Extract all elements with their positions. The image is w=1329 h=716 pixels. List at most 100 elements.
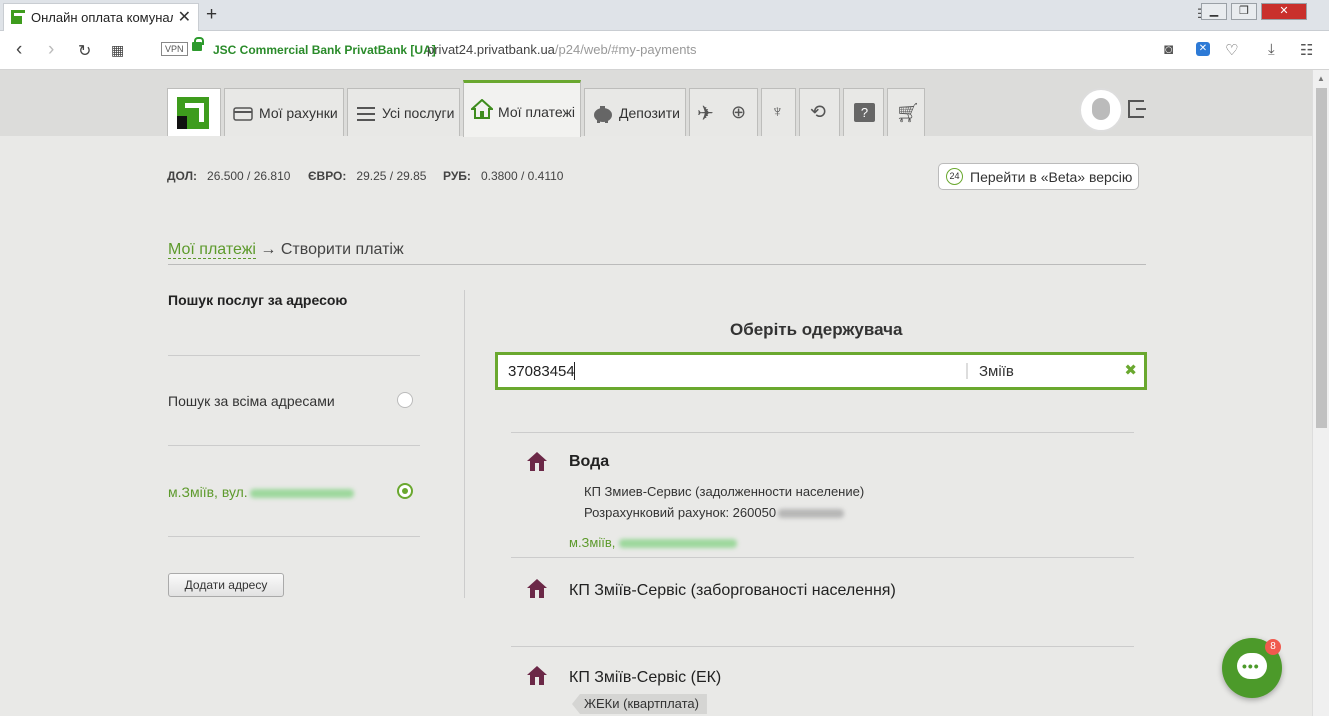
divider [511,646,1134,647]
address-label: м.Зміїв, вул. [168,484,248,500]
tab-exchange[interactable]: ⟲ [799,88,840,136]
choose-recipient-title: Оберіть одержувача [730,320,903,339]
recipient-search[interactable]: 37083454 Зміїв ✖ [495,352,1147,390]
logo-square [177,116,187,129]
divider [168,536,420,537]
browser-tab-strip: Онлайн оплата комунальн ✕ + ☰ ▁ ❐ ✕ [0,0,1329,31]
divider [511,432,1134,433]
reload-icon[interactable]: ↻ [78,41,91,61]
scrollbar-thumb[interactable] [1316,88,1327,428]
help-icon: ? [854,103,875,122]
forward-icon[interactable]: › [48,39,54,61]
rate-eur-label: ЄВРО: [308,169,347,183]
tab-my-accounts[interactable]: Мої рахунки [224,88,344,136]
recipient-name[interactable]: КП Зміїв-Сервіс (заборгованості населенн… [569,582,896,600]
address-search-title: Пошук послуг за адресою [168,292,348,308]
house-icon [527,666,547,685]
search-input[interactable]: 37083454 [508,363,575,380]
tab-label: Мої платежі [498,104,575,120]
privatbank-favicon-icon [11,10,25,24]
settings-sliders-icon[interactable]: ☷ [1300,41,1313,59]
all-addresses-radio[interactable] [397,392,413,408]
close-window-button[interactable]: ✕ [1261,3,1307,20]
tab-my-payments[interactable]: Мої платежі [463,80,581,137]
cart-icon: 🛒︎ [896,103,921,124]
window-controls: ▁ ❐ ✕ [1201,3,1321,25]
globe-icon: ⊕ [731,102,747,122]
avatar[interactable] [1079,88,1123,132]
lock-icon[interactable] [192,37,204,51]
house-icon [527,452,547,471]
breadcrumb-arrow: → [260,241,277,258]
all-addresses-label[interactable]: Пошук за всіма адресами [168,393,335,409]
add-address-button[interactable]: Додати адресу [168,573,284,597]
train-plane-icon: ✈ [697,103,714,125]
vpn-badge[interactable]: VPN [161,42,188,56]
redacted-text [249,488,354,498]
tab-government[interactable]: ♆ [761,88,796,136]
speed-dial-icon[interactable]: ▦ [111,42,124,59]
category-tag: ЖЕКи (квартплата) [572,694,707,714]
recipient-address: м.Зміїв, [569,535,738,550]
recipient-account: Розрахунковий рахунок: 260050 [584,505,845,520]
tab-help[interactable]: ? [843,88,884,136]
rate-rub: РУБ: 0.3800 / 0.4110 [443,169,563,183]
tab-label: Мої рахунки [259,105,338,121]
list-icon [357,107,375,121]
browser-tab[interactable]: Онлайн оплата комунальн ✕ [3,3,199,31]
close-tab-icon[interactable]: ✕ [178,7,191,27]
scroll-up-icon[interactable]: ▲ [1317,74,1325,83]
maximize-button[interactable]: ❐ [1231,3,1257,20]
text-caret [574,362,575,380]
new-tab-icon[interactable]: + [206,4,217,26]
heart-icon[interactable]: ♡ [1225,41,1238,59]
home-icon [471,99,493,119]
redacted-text [619,539,738,549]
address-radio-selected[interactable] [397,483,413,499]
logout-icon[interactable] [1128,100,1146,118]
recipient-name[interactable]: Вода [569,453,609,471]
tab-all-services[interactable]: Усі послуги [347,88,460,136]
privatbank-logo[interactable] [167,88,221,136]
browser-tab-title: Онлайн оплата комунальн [31,10,173,25]
chat-notification-badge: 8 [1265,639,1281,655]
rate-usd: ДОЛ: 26.500 / 26.810 [167,169,290,183]
rate-eur: ЄВРО: 29.25 / 29.85 [308,169,426,183]
rate-rub-label: РУБ: [443,169,471,183]
download-icon[interactable]: ⤓ [1268,41,1275,58]
rate-usd-label: ДОЛ: [167,169,197,183]
tab-label: Усі послуги [382,105,455,121]
url-path: /p24/web/#my-payments [554,42,697,57]
recipient-org: КП Змиев-Сервис (задолженности население… [584,484,865,499]
city-input[interactable]: Зміїв [979,363,1014,380]
minimize-button[interactable]: ▁ [1201,3,1227,20]
card-icon [233,107,253,121]
recipient-address-label: м.Зміїв, [569,535,616,550]
vertical-scrollbar[interactable]: ▲ [1312,70,1329,716]
piggy-bank-icon [594,106,612,123]
breadcrumb-my-payments-link[interactable]: Мої платежі [168,241,256,259]
redacted-text [778,509,845,519]
clear-search-icon[interactable]: ✖ [1124,361,1137,379]
chat-dots: ••• [1242,658,1260,674]
search-separator [966,363,968,379]
house-icon [527,579,547,598]
rate-usd-value: 26.500 / 26.810 [207,169,291,183]
tab-shop[interactable]: 🛒︎ [887,88,925,136]
page: Мої рахунки Усі послуги Мої платежі Депо… [0,70,1312,716]
rate-rub-value: 0.3800 / 0.4110 [480,169,564,183]
camera-icon[interactable]: ◙ [1164,41,1173,58]
divider [168,264,1146,265]
address-option[interactable]: м.Зміїв, вул. [168,484,354,500]
back-icon[interactable]: ‹ [16,39,22,61]
breadcrumb: Мої платежі → Створити платіж [168,241,404,259]
recipient-name[interactable]: КП Зміїв-Сервіс (ЕК) [569,669,721,687]
certificate-org[interactable]: JSC Commercial Bank PrivatBank [UA] [213,43,436,57]
url-field[interactable]: privat24.privatbank.ua/p24/web/#my-payme… [427,42,697,57]
beta-version-button[interactable]: 24 Перейти в «Beta» версію [938,163,1139,190]
beta-label: Перейти в «Beta» версію [970,169,1133,185]
column-divider [464,290,465,598]
tab-travel[interactable]: ✈ ⊕ [689,88,758,136]
tab-deposits[interactable]: Депозити [584,88,686,136]
adblock-icon[interactable]: ✕ [1196,42,1210,56]
